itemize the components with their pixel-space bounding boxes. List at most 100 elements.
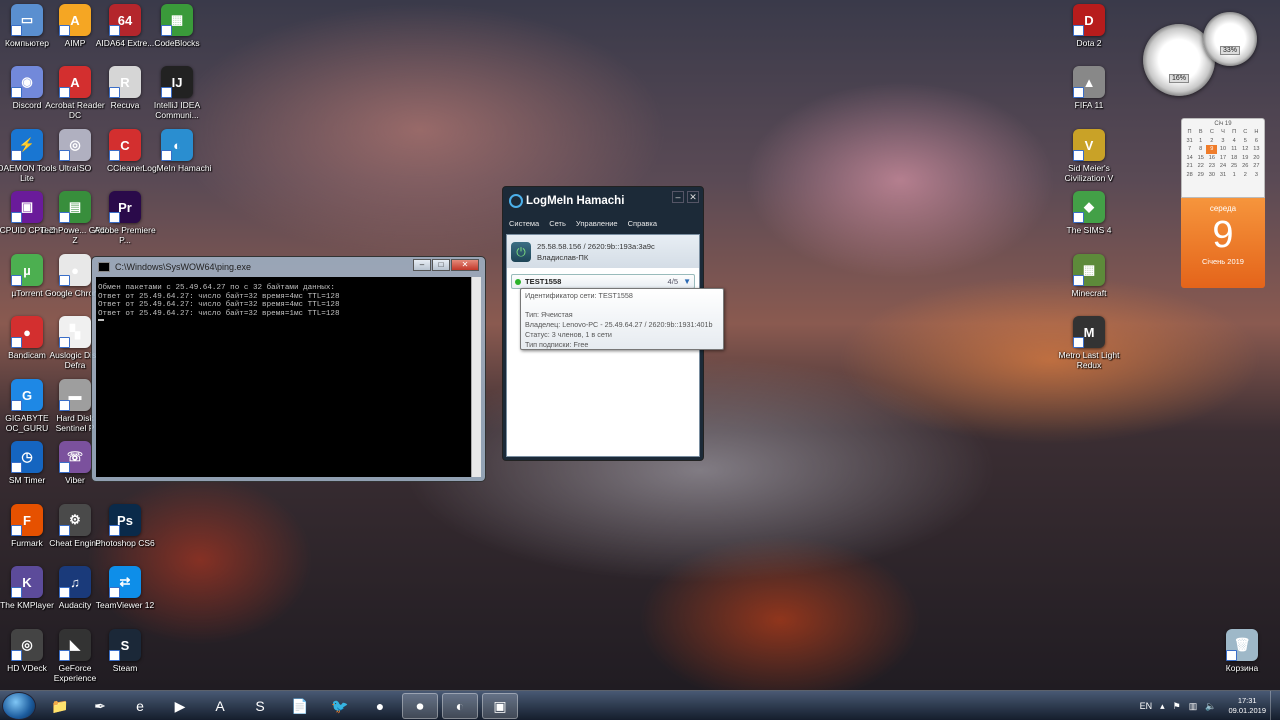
show-desktop-button[interactable] bbox=[1270, 691, 1280, 720]
taskbar-app-button[interactable]: A bbox=[202, 693, 238, 719]
app-icon: ● bbox=[59, 254, 91, 286]
taskbar-app-button[interactable]: ● bbox=[362, 693, 398, 719]
calendar-day[interactable]: 3 bbox=[1217, 137, 1228, 146]
desktop-icon[interactable]: D Dota 2 bbox=[1058, 4, 1120, 66]
desktop-icon[interactable]: ◆ The SIMS 4 bbox=[1058, 191, 1120, 253]
menu-system[interactable]: Система bbox=[509, 219, 539, 228]
calendar-day[interactable]: 19 bbox=[1240, 154, 1251, 163]
calendar-day[interactable]: 18 bbox=[1229, 154, 1240, 163]
desktop-icon[interactable]: Pr Adobe Premiere P... bbox=[94, 191, 156, 253]
desktop-icon[interactable]: Ps Photoshop CS6 bbox=[94, 504, 156, 566]
taskbar-app-button[interactable]: e bbox=[122, 693, 158, 719]
taskbar-app-button[interactable]: ◐ bbox=[442, 693, 478, 719]
taskbar-app-button[interactable]: 📁 bbox=[42, 693, 78, 719]
calendar-day[interactable]: 30 bbox=[1206, 171, 1217, 180]
calendar-day[interactable]: 21 bbox=[1184, 162, 1195, 171]
calendar-gadget[interactable]: Січ 19 П В С Ч П С Н 31 1 2 3 4 5 6 7 8 9 10 11 12 13 14 15 16 1… bbox=[1181, 118, 1265, 288]
calendar-day[interactable]: 27 bbox=[1251, 162, 1262, 171]
calendar-day[interactable]: 3 bbox=[1251, 171, 1262, 180]
calendar-day[interactable]: 14 bbox=[1184, 154, 1195, 163]
maximize-button[interactable]: □ bbox=[432, 259, 450, 271]
calendar-day[interactable]: 15 bbox=[1195, 154, 1206, 163]
calendar-day[interactable]: 5 bbox=[1240, 137, 1251, 146]
calendar-day[interactable]: 4 bbox=[1229, 137, 1240, 146]
app-icon: K bbox=[11, 566, 43, 598]
calendar-day[interactable]: 2 bbox=[1240, 171, 1251, 180]
calendar-day[interactable]: 20 bbox=[1251, 154, 1262, 163]
power-button[interactable]: ⏻ bbox=[511, 241, 531, 262]
calendar-day[interactable]: 10 bbox=[1217, 145, 1228, 154]
calendar-day[interactable]: 23 bbox=[1206, 162, 1217, 171]
calendar-day[interactable]: 6 bbox=[1251, 137, 1262, 146]
calendar-day[interactable]: 1 bbox=[1229, 171, 1240, 180]
ram-gauge-gadget[interactable]: 33% bbox=[1203, 12, 1257, 66]
taskbar-app-button[interactable]: ▶ bbox=[162, 693, 198, 719]
hamachi-pc-name: Владислав-ПК bbox=[537, 252, 589, 262]
language-indicator[interactable]: EN bbox=[1140, 701, 1153, 711]
calendar-day-view: середа 9 Січень 2019 bbox=[1181, 198, 1265, 288]
calendar-day[interactable]: 25 bbox=[1229, 162, 1240, 171]
calendar-day[interactable]: 1 bbox=[1195, 137, 1206, 146]
desktop-icon[interactable]: ▦ Minecraft bbox=[1058, 254, 1120, 316]
ping-console-window[interactable]: C:\Windows\SysWOW64\ping.exe – □ ✕ Обмен… bbox=[91, 256, 486, 482]
clock[interactable]: 17:31 09.01.2019 bbox=[1228, 696, 1266, 716]
menu-manage[interactable]: Управление bbox=[576, 219, 618, 228]
calendar-day[interactable]: 26 bbox=[1240, 162, 1251, 171]
calendar-day[interactable]: 31 bbox=[1217, 171, 1228, 180]
desktop-icon-label: Корзина bbox=[1225, 663, 1259, 673]
console-scrollbar[interactable] bbox=[471, 277, 481, 477]
desktop-icon[interactable]: ⇄ TeamViewer 12 bbox=[94, 566, 156, 628]
calendar-weekday: С bbox=[1243, 129, 1248, 135]
console-output[interactable]: Обмен пакетами с 25.49.64.27 по с 32 бай… bbox=[96, 277, 472, 477]
calendar-day[interactable]: 2 bbox=[1206, 137, 1217, 146]
minimize-button[interactable]: – bbox=[672, 191, 684, 203]
menu-network[interactable]: Сеть bbox=[549, 219, 566, 228]
app-icon: R bbox=[109, 66, 141, 98]
calendar-day[interactable]: 8 bbox=[1195, 145, 1206, 154]
console-line: Ответ от 25.49.64.27: число байт=32 врем… bbox=[98, 292, 340, 301]
desktop-icon[interactable]: ◐ LogMeIn Hamachi bbox=[143, 129, 211, 191]
desktop-icon-label: TeamViewer 12 bbox=[95, 600, 155, 610]
desktop-icon[interactable]: V Sid Meier's Civilization V bbox=[1058, 129, 1120, 191]
calendar-day[interactable]: 17 bbox=[1217, 154, 1228, 163]
taskbar-app-button[interactable]: S bbox=[242, 693, 278, 719]
hamachi-logo-icon bbox=[509, 194, 523, 208]
taskbar-app-button[interactable]: ✒ bbox=[82, 693, 118, 719]
close-button[interactable]: ✕ bbox=[687, 191, 699, 203]
desktop-icon[interactable]: ▲ FIFA 11 bbox=[1058, 66, 1120, 128]
app-icon: ▣ bbox=[11, 191, 43, 223]
taskbar-app-button[interactable]: 🐦 bbox=[322, 693, 358, 719]
calendar-day[interactable]: 29 bbox=[1195, 171, 1206, 180]
recycle-bin-icon[interactable]: 🗑 Корзина bbox=[1211, 629, 1273, 691]
calendar-day[interactable]: 13 bbox=[1251, 145, 1262, 154]
desktop-icon[interactable]: ▦ CodeBlocks bbox=[146, 4, 208, 66]
calendar-day[interactable]: 24 bbox=[1217, 162, 1228, 171]
menu-help[interactable]: Справка bbox=[628, 219, 657, 228]
calendar-day[interactable]: 31 bbox=[1184, 137, 1195, 146]
calendar-day[interactable]: 7 bbox=[1184, 145, 1195, 154]
desktop-icon[interactable]: IJ IntelliJ IDEA Communi... bbox=[146, 66, 208, 128]
taskbar-app-button[interactable]: 📄 bbox=[282, 693, 318, 719]
desktop-icon-label: LogMeIn Hamachi bbox=[142, 163, 212, 173]
minimize-button[interactable]: – bbox=[413, 259, 431, 271]
app-icon: ◐ bbox=[161, 129, 193, 161]
close-button[interactable]: ✕ bbox=[451, 259, 479, 271]
calendar-weekday: П bbox=[1187, 129, 1192, 135]
desktop-icon[interactable]: M Metro Last Light Redux bbox=[1058, 316, 1120, 378]
calendar-day[interactable]: 12 bbox=[1240, 145, 1251, 154]
calendar-day[interactable]: 28 bbox=[1184, 171, 1195, 180]
calendar-day[interactable]: 16 bbox=[1206, 154, 1217, 163]
chevron-up-icon[interactable]: ▴ bbox=[1160, 701, 1165, 712]
calendar-day[interactable]: 22 bbox=[1195, 162, 1206, 171]
taskbar-app-button[interactable]: ⏺ bbox=[402, 693, 438, 719]
network-row[interactable]: TEST1558 4/5 ▼ bbox=[511, 274, 695, 289]
flag-icon[interactable]: ⚑ bbox=[1173, 701, 1181, 712]
start-button[interactable] bbox=[2, 692, 36, 720]
taskbar-app-button[interactable]: ▣ bbox=[482, 693, 518, 719]
volume-icon[interactable]: 🔈 bbox=[1205, 701, 1216, 712]
network-icon[interactable]: ▥ bbox=[1189, 701, 1198, 712]
chevron-down-icon[interactable]: ▼ bbox=[683, 277, 691, 286]
calendar-day[interactable]: 11 bbox=[1229, 145, 1240, 154]
desktop-icon[interactable]: S Steam bbox=[94, 629, 156, 691]
calendar-day[interactable]: 9 bbox=[1206, 145, 1218, 154]
